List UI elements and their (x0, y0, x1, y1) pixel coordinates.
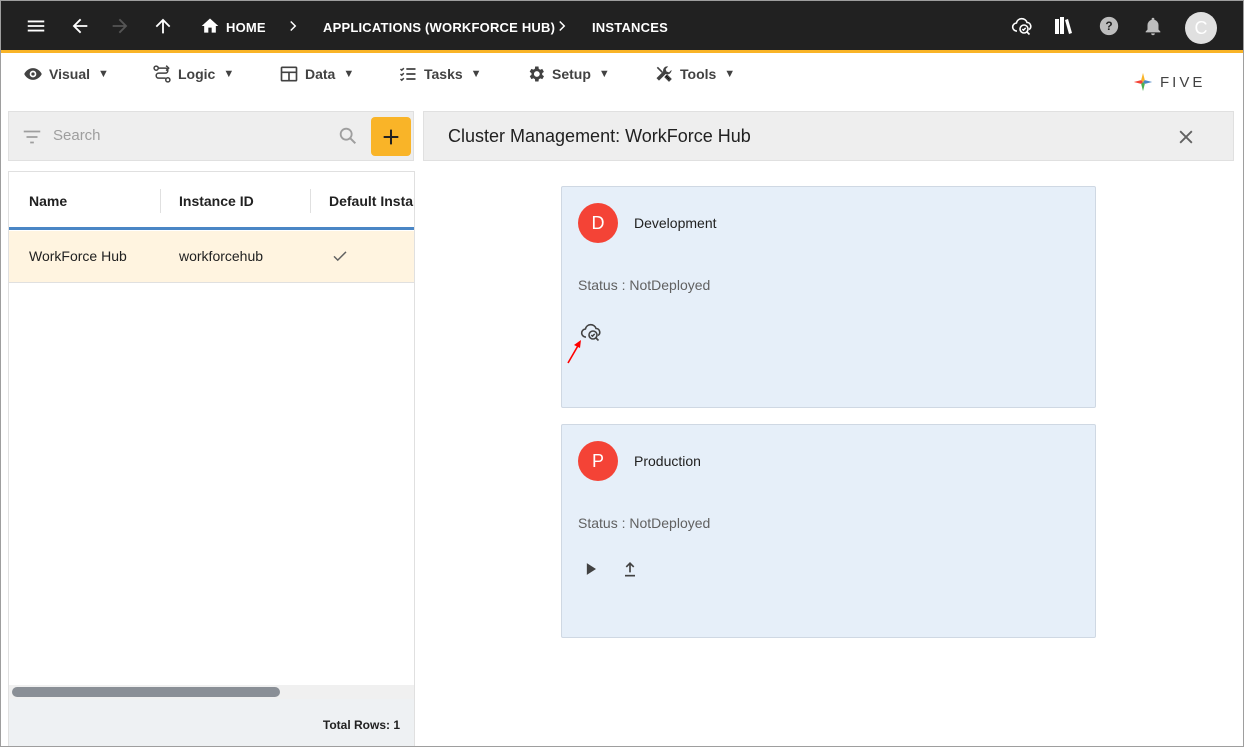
card-avatar: P (578, 441, 618, 481)
table-icon (280, 66, 298, 82)
caret-icon: ▼ (470, 68, 482, 80)
panel-header: Cluster Management: WorkForce Hub (423, 111, 1234, 161)
cell-name: WorkForce Hub (29, 248, 127, 264)
grid-header: Name Instance ID Default Instance (9, 172, 414, 230)
menu-label-tasks: Tasks (424, 66, 463, 82)
logo-text: FIVE (1160, 73, 1206, 91)
play-icon[interactable] (578, 556, 604, 582)
cluster-card-production: P Production Status : NotDeployed (561, 424, 1096, 638)
menu-label-logic: Logic (178, 66, 216, 82)
breadcrumb-applications[interactable]: APPLICATIONS (WORKFORCE HUB) (323, 20, 555, 35)
card-name: Production (634, 453, 701, 469)
help-icon[interactable]: ? (1096, 13, 1122, 39)
five-logo: FIVE (1132, 71, 1205, 93)
add-button[interactable] (371, 117, 411, 156)
menu-tasks[interactable]: Tasks ▼ (398, 62, 482, 86)
chevron-right-icon (549, 13, 575, 39)
scrollbar-thumb[interactable] (12, 687, 280, 697)
search-icon[interactable] (337, 125, 359, 152)
library-icon[interactable] (1051, 13, 1077, 39)
column-divider[interactable] (160, 189, 161, 213)
top-app-bar: HOME APPLICATIONS (WORKFORCE HUB) INSTAN… (1, 1, 1243, 53)
home-icon[interactable] (197, 13, 223, 39)
upload-icon[interactable] (617, 556, 643, 582)
grid-footer: Total Rows: 1 (9, 699, 414, 746)
menu-label-setup: Setup (552, 66, 591, 82)
panel-title: Cluster Management: WorkForce Hub (448, 126, 751, 146)
column-header-name[interactable]: Name (29, 193, 67, 209)
caret-icon: ▼ (598, 68, 610, 80)
forward-arrow-icon[interactable] (107, 13, 133, 39)
menu-label-tools: Tools (680, 66, 717, 82)
column-divider[interactable] (310, 189, 311, 213)
chevron-right-icon (280, 13, 306, 39)
caret-icon: ▼ (724, 68, 736, 80)
logic-icon (153, 65, 171, 83)
five-logo-icon (1133, 72, 1153, 92)
column-header-instance-id[interactable]: Instance ID (179, 193, 254, 209)
caret-icon: ▼ (343, 68, 355, 80)
table-row[interactable]: WorkForce Hub workforcehub (9, 231, 414, 283)
card-avatar: D (578, 203, 618, 243)
tools-icon (656, 66, 672, 82)
caret-icon: ▼ (98, 68, 109, 80)
annotation-arrow (567, 340, 581, 364)
search-bar: Search (8, 111, 414, 161)
horizontal-scrollbar[interactable] (9, 685, 414, 699)
menu-label-visual: Visual (49, 66, 90, 82)
instances-grid: Name Instance ID Default Instance WorkFo… (8, 171, 415, 746)
menu-logic[interactable]: Logic ▼ (152, 62, 234, 86)
back-arrow-icon[interactable] (67, 13, 93, 39)
menu-label-data: Data (305, 66, 336, 82)
total-rows: Total Rows: 1 (322, 718, 400, 732)
breadcrumb-instances[interactable]: INSTANCES (592, 20, 668, 35)
menu-visual[interactable]: Visual ▼ (23, 62, 109, 86)
menu-tools[interactable]: Tools ▼ (654, 62, 735, 86)
gear-icon (529, 66, 544, 82)
menu-setup[interactable]: Setup ▼ (526, 62, 610, 86)
eye-icon (24, 68, 42, 80)
menu-bar: Visual ▼ Logic ▼ Data ▼ Tasks ▼ Setup ▼ … (1, 56, 1243, 96)
user-avatar[interactable]: C (1185, 12, 1217, 44)
checklist-icon (399, 67, 416, 82)
app-window: HOME APPLICATIONS (WORKFORCE HUB) INSTAN… (0, 0, 1244, 747)
cloud-check-icon[interactable] (1009, 13, 1035, 39)
cell-instance-id: workforcehub (179, 248, 264, 264)
breadcrumb-home[interactable]: HOME (226, 20, 266, 35)
card-status: Status : NotDeployed (578, 515, 711, 531)
up-arrow-icon[interactable] (150, 13, 176, 39)
search-input[interactable]: Search (53, 127, 101, 144)
column-header-default-instance[interactable]: Default Instance (329, 193, 414, 209)
plus-icon (383, 129, 399, 144)
card-status: Status : NotDeployed (578, 277, 711, 293)
close-icon (1179, 130, 1193, 144)
menu-data[interactable]: Data ▼ (279, 62, 354, 86)
card-name: Development (634, 215, 717, 231)
menu-icon[interactable] (23, 13, 49, 39)
checkmark-icon (331, 247, 349, 270)
close-button[interactable] (1174, 125, 1198, 149)
bell-icon[interactable] (1140, 13, 1166, 39)
svg-text:?: ? (1105, 19, 1112, 33)
filter-icon[interactable] (21, 126, 43, 153)
cluster-card-development: D Development Status : NotDeployed (561, 186, 1096, 408)
caret-icon: ▼ (223, 68, 235, 80)
